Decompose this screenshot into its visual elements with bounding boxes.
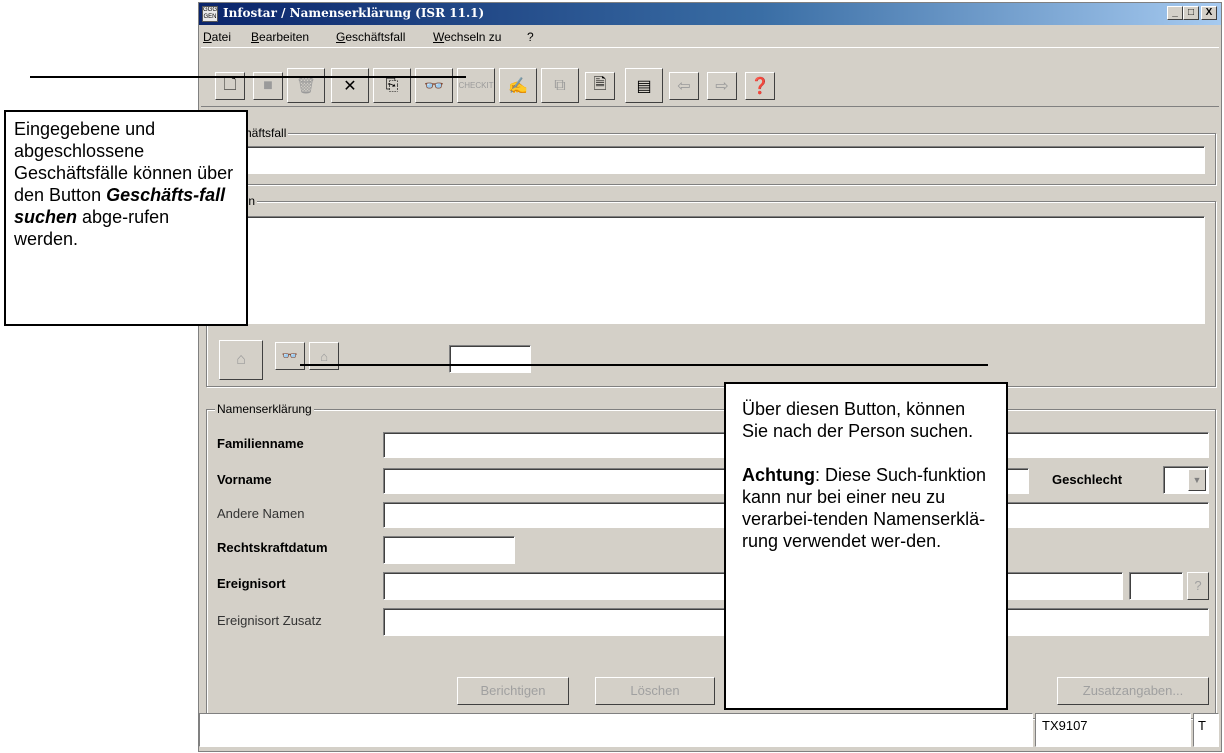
chevron-down-icon[interactable]: ▼: [1188, 469, 1206, 491]
window-title: Infostar / Namenserklärung (ISR 11.1): [223, 6, 485, 20]
menu-datei[interactable]: Datei: [203, 30, 231, 44]
maximize-button[interactable]: □: [1183, 6, 1199, 20]
loeschen-button[interactable]: Löschen: [595, 677, 715, 705]
person-field[interactable]: [215, 216, 1205, 324]
right-callout-para-1: Über diesen Button, können Sie nach der …: [742, 399, 974, 441]
delete-icon: ✕: [343, 77, 357, 95]
delete-button[interactable]: ✕: [331, 68, 369, 103]
vorname-label: Vorname: [217, 472, 272, 487]
home-icon: ⌂: [320, 348, 328, 364]
right-callout: Über diesen Button, können Sie nach der …: [724, 382, 1008, 710]
rechtskraftdatum-input[interactable]: [383, 536, 515, 564]
zusatzangaben-button[interactable]: Zusatzangaben...: [1057, 677, 1209, 705]
binoculars-icon: 👓: [424, 77, 444, 95]
person-group: Person ⌂ 👓 ⌂: [206, 194, 1216, 387]
right-callout-warning: Achtung: [742, 465, 815, 485]
left-callout: Eingegebene und abgeschlossene Geschäfts…: [4, 110, 248, 326]
trash-icon: 🗑: [295, 77, 317, 95]
namenserklaerung-legend: Namenserklärung: [215, 402, 314, 416]
menu-bearbeiten[interactable]: Bearbeiten: [251, 30, 309, 44]
copy-button[interactable]: ⧉: [541, 68, 579, 103]
help-button[interactable]: ❓: [745, 72, 775, 100]
geschaeftsfall-field[interactable]: [215, 146, 1205, 174]
import-button[interactable]: ⎘: [373, 68, 411, 103]
status-message: [199, 713, 1033, 747]
berichtigen-button[interactable]: Berichtigen: [457, 677, 569, 705]
preview-button[interactable]: ▤: [625, 68, 663, 103]
back-arrow-icon: ⇦: [677, 78, 691, 95]
status-flag-text: T: [1198, 718, 1206, 733]
check-button[interactable]: CHECKIT: [457, 68, 495, 103]
sign-button[interactable]: ✍: [499, 68, 537, 103]
rechtskraftdatum-label: Rechtskraftdatum: [217, 540, 328, 555]
ereignisort-label: Ereignisort: [217, 576, 286, 591]
application-window: GGG GEN Infostar / Namenserklärung (ISR …: [198, 2, 1222, 752]
forward-button[interactable]: ⇨: [707, 72, 737, 100]
back-button[interactable]: ⇦: [669, 72, 699, 100]
import-icon: ⎘: [385, 76, 399, 94]
binoculars-icon: 👓: [281, 348, 299, 363]
menu-help[interactable]: ?: [527, 30, 534, 44]
check-icon: CHECKIT: [458, 81, 494, 90]
ereignisort-zusatz-label: Ereignisort Zusatz: [217, 613, 322, 628]
help-icon: ❓: [750, 78, 770, 95]
ereignisort-code-input[interactable]: [1129, 572, 1183, 600]
familienname-label: Familienname: [217, 436, 304, 451]
menu-geschaeftsfall[interactable]: Geschäftsfall: [336, 30, 405, 44]
status-flag: T: [1193, 713, 1219, 747]
document-button[interactable]: 🗎: [585, 72, 615, 100]
andere-namen-label: Andere Namen: [217, 506, 305, 521]
status-code: TX9107: [1035, 713, 1191, 747]
geschaeftsfall-group: Geschäftsfall: [206, 126, 1216, 185]
left-pointer-line: [30, 76, 466, 78]
trash-button[interactable]: 🗑: [287, 68, 325, 103]
geschlecht-label: Geschlecht: [1052, 472, 1123, 487]
search-case-button[interactable]: 👓: [415, 68, 453, 103]
document-icon: 🗎: [593, 75, 607, 93]
ereignisort-help-button[interactable]: ?: [1187, 572, 1209, 600]
preview-icon: ▤: [636, 77, 652, 95]
right-pointer-line: [300, 364, 988, 366]
app-icon: GGG GEN: [202, 6, 218, 22]
copy-icon: ⧉: [554, 76, 566, 94]
close-button[interactable]: X: [1201, 6, 1217, 20]
forward-arrow-icon: ⇨: [715, 78, 729, 95]
minimize-button[interactable]: _: [1167, 6, 1183, 20]
title-bar[interactable]: GGG GEN Infostar / Namenserklärung (ISR …: [199, 3, 1221, 25]
menu-wechseln-zu[interactable]: Wechseln zu: [433, 30, 501, 44]
person-silhouette-icon: ⌂: [236, 351, 246, 368]
sign-icon: ✍: [508, 77, 528, 95]
person-code-field[interactable]: [449, 345, 531, 373]
save-icon: ■: [263, 77, 273, 94]
geschlecht-select[interactable]: ▼: [1163, 466, 1209, 494]
status-code-text: TX9107: [1042, 718, 1088, 733]
person-template-button[interactable]: ⌂: [219, 340, 263, 380]
menu-bar: Datei Bearbeiten Geschäftsfall Wechseln …: [199, 27, 1221, 47]
namenserklaerung-group: Namenserklärung Familienname Vorname Ges…: [206, 402, 1216, 719]
